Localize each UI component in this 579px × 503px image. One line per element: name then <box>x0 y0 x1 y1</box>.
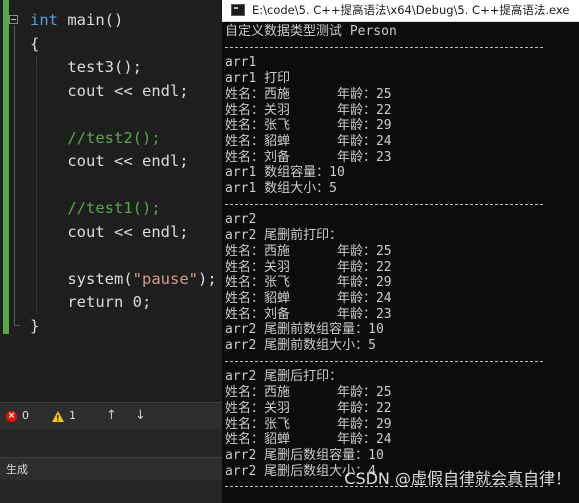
console-line: arr2 <box>225 212 257 228</box>
code-line[interactable] <box>0 103 222 126</box>
code-token: { <box>30 34 40 53</box>
code-line[interactable]: cout << endl; <box>0 221 222 244</box>
console-line: 姓名：西施 年龄：25 <box>225 385 392 401</box>
console-separator <box>225 360 543 362</box>
console-line: 姓名：西施 年龄：25 <box>225 243 392 259</box>
console-line: 自定义数据类型测试 Person <box>225 24 397 39</box>
watermark: CSDN @虚假自律就会真自律！ <box>344 469 571 488</box>
console-line: arr2 尾删后数组容量：10 <box>225 447 384 463</box>
console-line: 姓名：张飞 年龄：29 <box>225 118 392 134</box>
console-line: arr2 尾删前数组容量：10 <box>225 322 384 338</box>
console-titlebar[interactable]: E:\code\5. C++提高语法\x64\Debug\5. C++提高语法.… <box>222 0 579 22</box>
code-token: //test2(); <box>30 128 161 147</box>
code-line[interactable]: return 0; <box>0 291 222 314</box>
code-editor[interactable]: int main() { test3(); cout << endl; //tes… <box>0 0 222 402</box>
code-line[interactable] <box>0 174 222 197</box>
previous-issue-button[interactable]: ↑ <box>106 409 117 423</box>
code-line[interactable]: cout << endl; <box>0 80 222 103</box>
console-line: arr1 <box>225 55 257 71</box>
error-list-bar: × 0 1 ↑ ↓ <box>0 402 222 429</box>
console-line: arr2 尾删前打印： <box>225 228 343 244</box>
output-panel-header: 生成 <box>0 457 222 481</box>
console-line: arr1 打印 <box>225 71 291 87</box>
code-token: ); <box>197 269 217 288</box>
code-token: "pause" <box>132 269 198 288</box>
console-line: 姓名：刘备 年龄：23 <box>225 306 392 322</box>
code-token: return 0; <box>30 293 152 311</box>
error-count-value: 0 <box>22 409 29 422</box>
output-source-label[interactable]: 生成 <box>6 461 28 477</box>
code-token: test3(); <box>30 58 142 76</box>
code-token: //test1(); <box>30 199 161 217</box>
console-line: 姓名：貂蝉 年龄：24 <box>225 290 392 306</box>
code-line[interactable] <box>0 244 222 267</box>
arrow-up-icon: ↑ <box>106 408 117 423</box>
console-separator <box>225 203 543 205</box>
code-token: int <box>30 11 58 29</box>
code-token: main() <box>58 11 124 29</box>
console-line: arr1 数组大小：5 <box>225 181 337 196</box>
warning-count[interactable]: 1 <box>52 409 76 426</box>
code-line[interactable]: { <box>0 33 222 56</box>
error-count[interactable]: × 0 <box>6 409 29 423</box>
console-line: 姓名：关羽 年龄：22 <box>225 102 392 118</box>
console-line: 姓名：张飞 年龄：29 <box>225 275 392 291</box>
console-separator <box>225 46 543 48</box>
console-line: arr1 数组容量：10 <box>225 165 345 181</box>
console-line: arr2 尾删后打印： <box>225 369 343 385</box>
warning-count-value: 1 <box>69 409 76 422</box>
console-line: 姓名：刘备 年龄：23 <box>225 149 392 165</box>
code-line[interactable]: int main() <box>0 9 222 32</box>
console-window: E:\code\5. C++提高语法\x64\Debug\5. C++提高语法.… <box>222 0 579 503</box>
console-line: 姓名：关羽 年龄：22 <box>225 400 392 416</box>
console-line: 姓名：西施 年龄：25 <box>225 86 392 102</box>
console-line: arr2 尾删前数组大小：5 <box>225 338 376 353</box>
code-token: } <box>30 316 40 335</box>
error-icon: × <box>6 410 17 422</box>
code-line[interactable]: system("pause"); <box>0 268 222 291</box>
code-line[interactable]: } <box>0 315 222 338</box>
code-token: cout << endl; <box>30 222 189 241</box>
code-line[interactable]: cout << endl; <box>0 150 222 173</box>
output-panel <box>0 480 222 503</box>
console-line: 姓名：关羽 年龄：22 <box>225 259 392 275</box>
console-app-icon <box>231 4 245 16</box>
code-line[interactable]: //test1(); <box>0 197 222 220</box>
console-line: 姓名：貂蝉 年龄：24 <box>225 432 392 448</box>
code-token: cout << endl; <box>30 152 189 170</box>
code-token: system( <box>30 269 133 288</box>
code-line[interactable]: test3(); <box>0 56 222 79</box>
warning-icon <box>52 410 64 426</box>
code-line[interactable]: //test2(); <box>0 127 222 150</box>
console-title: E:\code\5. C++提高语法\x64\Debug\5. C++提高语法.… <box>252 3 570 17</box>
console-line: 姓名：张飞 年龄：29 <box>225 416 392 432</box>
code-token: cout << endl; <box>30 81 189 100</box>
console-line: 姓名：貂蝉 年龄：24 <box>225 133 392 149</box>
panel-spacer <box>0 429 222 457</box>
next-issue-button[interactable]: ↓ <box>135 409 146 423</box>
arrow-down-icon: ↓ <box>135 408 146 423</box>
